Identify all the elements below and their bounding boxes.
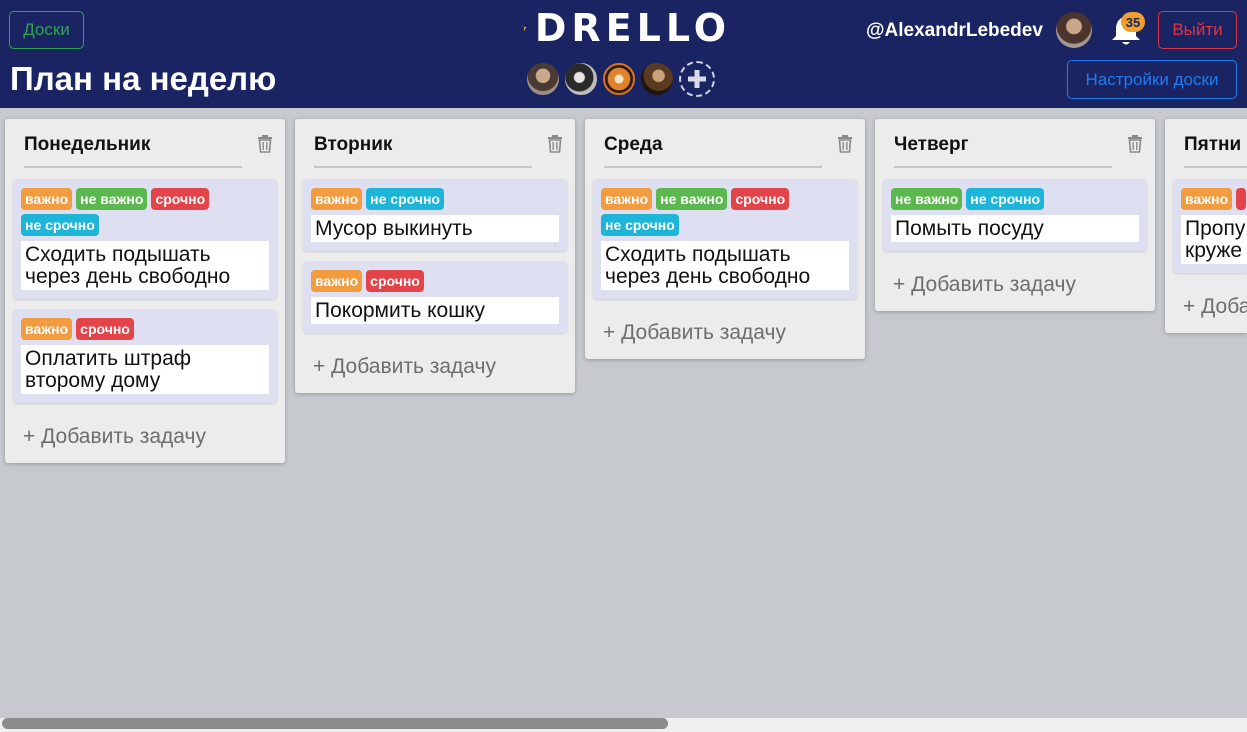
column-wednesday: Среда важно не важно срочно не срочно Сх… bbox=[585, 119, 865, 359]
boards-button[interactable]: Доски bbox=[9, 11, 84, 49]
board-area: Понедельник важно не важно срочно не сро… bbox=[0, 108, 1247, 718]
column-title-divider bbox=[314, 166, 532, 168]
task-text: Оплатить штраф второму дому bbox=[21, 345, 269, 394]
board-members bbox=[525, 61, 715, 97]
task-card[interactable]: не важно не срочно Помыть посуду bbox=[883, 179, 1147, 251]
add-task-button[interactable]: + Добавить задачу bbox=[13, 403, 277, 455]
tag-urgent: срочно bbox=[76, 318, 134, 340]
drello-logo[interactable]: DRELLO bbox=[521, 6, 731, 50]
tag-not-important: не важно bbox=[656, 188, 728, 210]
column-title[interactable]: Четверг bbox=[894, 134, 969, 156]
logo-text: DRELLO bbox=[534, 6, 731, 50]
trash-icon[interactable] bbox=[1127, 135, 1143, 153]
member-avatar[interactable] bbox=[639, 61, 675, 97]
task-card[interactable]: важно срочно Оплатить штраф второму дому bbox=[13, 309, 277, 403]
tag-important: важно bbox=[21, 318, 73, 340]
tag-not-urgent: не срочно bbox=[366, 188, 444, 210]
tag-important: важно bbox=[311, 270, 363, 292]
add-task-button[interactable]: + Доба bbox=[1173, 273, 1247, 325]
tag-important: важно bbox=[1181, 188, 1233, 210]
task-text: Мусор выкинуть bbox=[311, 215, 559, 242]
tag-not-important: не важно bbox=[76, 188, 148, 210]
column-title-divider bbox=[604, 166, 822, 168]
column-tuesday: Вторник важно не срочно Мусор выкинуть в… bbox=[295, 119, 575, 393]
user-avatar[interactable] bbox=[1056, 12, 1092, 48]
task-text: Сходить подышать через день свободно bbox=[21, 241, 269, 290]
add-member-button[interactable] bbox=[679, 61, 715, 97]
tag-important: важно bbox=[21, 188, 73, 210]
add-task-button[interactable]: + Добавить задачу bbox=[593, 299, 857, 351]
notification-badge: 35 bbox=[1121, 12, 1145, 32]
column-title-divider bbox=[894, 166, 1112, 168]
column-title-divider bbox=[24, 166, 242, 168]
trash-icon[interactable] bbox=[547, 135, 563, 153]
drill-icon bbox=[521, 25, 527, 31]
task-text: Помыть посуду bbox=[891, 215, 1139, 242]
logout-button[interactable]: Выйти bbox=[1158, 11, 1237, 49]
task-card[interactable]: важно не важно срочно не срочно Сходить … bbox=[593, 179, 857, 299]
task-card[interactable]: важно не важно срочно не срочно Сходить … bbox=[13, 179, 277, 299]
tag-urgent: срочно bbox=[731, 188, 790, 210]
column-title[interactable]: Среда bbox=[604, 134, 663, 156]
column-title[interactable]: Пятни bbox=[1184, 134, 1241, 156]
scrollbar-thumb[interactable] bbox=[2, 718, 668, 729]
tag-important: важно bbox=[601, 188, 653, 210]
tag-urgent: срочно bbox=[366, 270, 424, 292]
tag-important: важно bbox=[311, 188, 363, 210]
member-avatar[interactable] bbox=[601, 61, 637, 97]
tag-not-important: не важно bbox=[891, 188, 963, 210]
trash-icon[interactable] bbox=[837, 135, 853, 153]
tag-urgent bbox=[1236, 188, 1247, 210]
task-card[interactable]: важно срочно Покормить кошку bbox=[303, 261, 567, 333]
top-header: Доски План на неделю DRELLO @AlexandrLeb… bbox=[0, 0, 1247, 108]
column-thursday: Четверг не важно не срочно Помыть посуду… bbox=[875, 119, 1155, 311]
tag-not-urgent: не срочно bbox=[21, 214, 99, 236]
column-friday: Пятни важно Пропу круже + Доба bbox=[1165, 119, 1247, 333]
tag-not-urgent: не срочно bbox=[601, 214, 679, 236]
column-title[interactable]: Вторник bbox=[314, 134, 392, 156]
task-text: Пропу круже bbox=[1181, 215, 1247, 264]
task-text: Сходить подышать через день свободно bbox=[601, 241, 849, 290]
tag-urgent: срочно bbox=[151, 188, 210, 210]
task-card[interactable]: важно Пропу круже bbox=[1173, 179, 1247, 273]
column-monday: Понедельник важно не важно срочно не сро… bbox=[5, 119, 285, 463]
member-avatar[interactable] bbox=[563, 61, 599, 97]
tag-not-urgent: не срочно bbox=[966, 188, 1045, 210]
plus-icon bbox=[688, 70, 706, 88]
column-title-divider bbox=[1184, 166, 1247, 168]
member-avatar[interactable] bbox=[525, 61, 561, 97]
username[interactable]: @AlexandrLebedev bbox=[866, 20, 1043, 42]
add-task-button[interactable]: + Добавить задачу bbox=[883, 251, 1147, 303]
board-title: План на неделю bbox=[10, 60, 277, 97]
task-text: Покормить кошку bbox=[311, 297, 559, 324]
trash-icon[interactable] bbox=[257, 135, 273, 153]
task-card[interactable]: важно не срочно Мусор выкинуть bbox=[303, 179, 567, 251]
board-settings-button[interactable]: Настройки доски bbox=[1067, 60, 1237, 99]
column-title[interactable]: Понедельник bbox=[24, 134, 150, 156]
add-task-button[interactable]: + Добавить задачу bbox=[303, 333, 567, 385]
